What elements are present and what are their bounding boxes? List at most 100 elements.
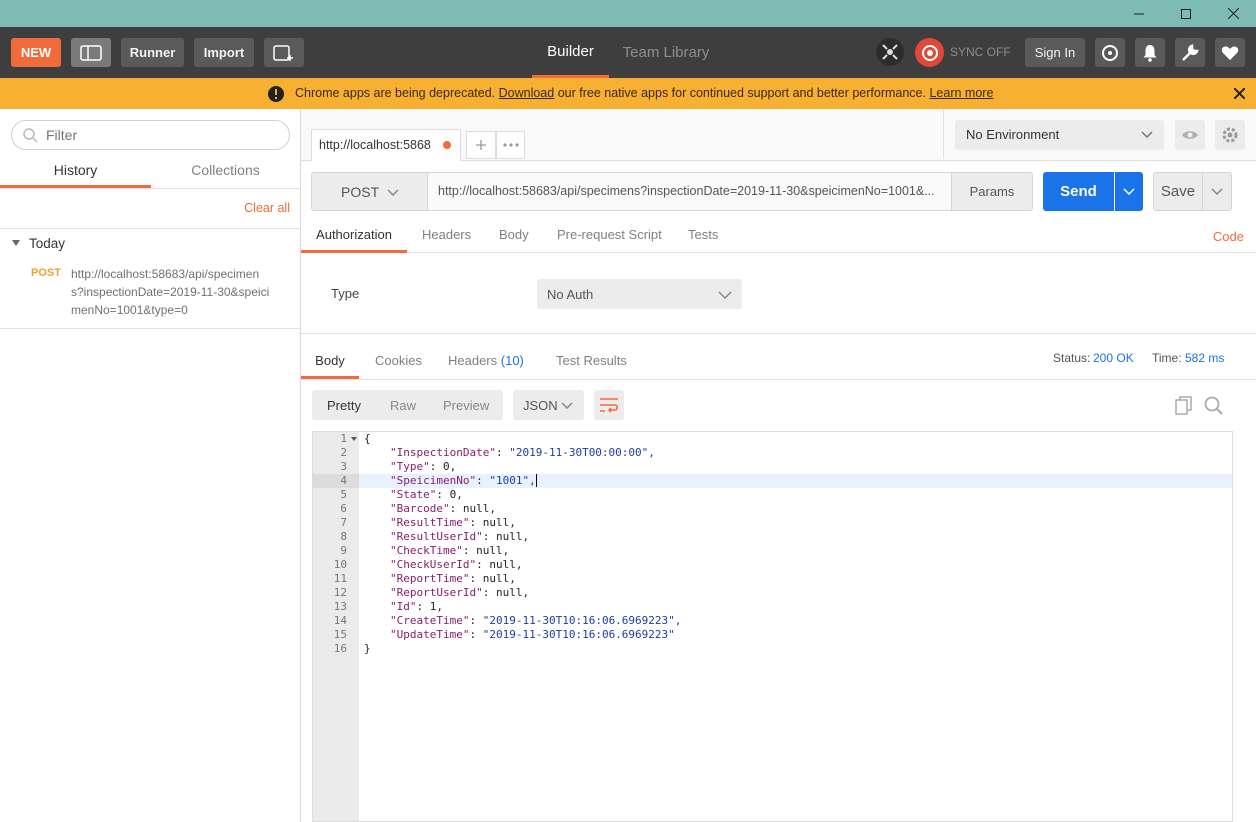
view-mode-group: Pretty Raw Preview bbox=[312, 390, 503, 420]
tab-team-library[interactable]: Team Library bbox=[615, 27, 717, 78]
new-window-button[interactable] bbox=[264, 38, 304, 67]
bell-icon bbox=[1143, 44, 1157, 62]
save-button[interactable]: Save bbox=[1153, 172, 1203, 211]
json-key: "CreateTime" bbox=[390, 614, 470, 627]
send-button[interactable]: Send bbox=[1043, 172, 1114, 211]
method-select[interactable]: POST bbox=[311, 172, 428, 211]
banner-close-icon[interactable] bbox=[1234, 88, 1245, 99]
history-group-today[interactable]: Today bbox=[29, 236, 65, 251]
sidebar-toggle-button[interactable] bbox=[71, 38, 111, 67]
favorite-button[interactable] bbox=[1215, 38, 1245, 67]
tab-response-body[interactable]: Body bbox=[301, 350, 359, 379]
url-input[interactable]: http://localhost:58683/api/specimens?ins… bbox=[427, 172, 952, 211]
manage-environments-button[interactable] bbox=[1215, 120, 1245, 150]
json-colon: : bbox=[469, 614, 483, 627]
line-number: 15 bbox=[333, 628, 347, 641]
sign-in-button[interactable]: Sign In bbox=[1025, 38, 1085, 67]
filter-input[interactable] bbox=[46, 125, 276, 145]
environment-select[interactable]: No Environment bbox=[955, 120, 1164, 150]
tab-builder[interactable]: Builder bbox=[532, 27, 609, 78]
format-select[interactable]: JSON bbox=[513, 390, 584, 420]
wrap-lines-button[interactable] bbox=[594, 390, 624, 420]
json-value: null, bbox=[495, 530, 530, 543]
response-body-viewer[interactable]: 1{2 "InspectionDate": "2019-11-30T00:00:0… bbox=[312, 431, 1233, 822]
settings-button[interactable] bbox=[1175, 38, 1205, 67]
caret-down-icon[interactable] bbox=[12, 240, 20, 247]
chevron-down-icon bbox=[561, 402, 573, 409]
code-text: "ReportUserId": null, bbox=[390, 586, 529, 600]
code-link[interactable]: Code bbox=[1213, 224, 1244, 250]
sync-status: SYNC OFF bbox=[950, 45, 1011, 59]
code-line: 3 "Type": 0, bbox=[313, 460, 1232, 474]
line-number: 6 bbox=[340, 502, 347, 515]
filter-box[interactable] bbox=[11, 120, 290, 150]
time-label: Time: bbox=[1152, 351, 1182, 365]
runner-button[interactable]: Runner bbox=[121, 38, 184, 67]
new-button[interactable]: NEW bbox=[11, 38, 61, 67]
tab-pre-request-script[interactable]: Pre-request Script bbox=[557, 222, 662, 248]
close-window-button[interactable] bbox=[1210, 0, 1256, 27]
code-text: "ReportTime": null, bbox=[390, 572, 516, 586]
line-number: 1 bbox=[340, 432, 347, 445]
sync-button[interactable] bbox=[915, 38, 944, 67]
copy-icon[interactable] bbox=[1175, 396, 1193, 415]
code-text: } bbox=[364, 642, 371, 656]
banner-text-mid: our free native apps for continued suppo… bbox=[557, 86, 926, 100]
tab-test-results[interactable]: Test Results bbox=[556, 350, 627, 372]
line-number: 9 bbox=[340, 544, 347, 557]
tab-collections[interactable]: Collections bbox=[151, 155, 300, 188]
json-value: null, bbox=[495, 586, 530, 599]
view-raw[interactable]: Raw bbox=[390, 398, 416, 413]
add-tab-button[interactable] bbox=[466, 131, 496, 159]
tab-headers[interactable]: Headers bbox=[422, 222, 471, 248]
json-colon: : bbox=[476, 558, 490, 571]
code-text: "Type": 0, bbox=[390, 460, 456, 474]
headers-count: (10) bbox=[500, 353, 524, 368]
text-cursor bbox=[535, 474, 537, 487]
tab-history[interactable]: History bbox=[0, 155, 151, 188]
search-icon[interactable] bbox=[1204, 396, 1223, 415]
json-colon: : bbox=[416, 600, 430, 613]
maximize-button[interactable] bbox=[1163, 0, 1209, 27]
line-number: 4 bbox=[340, 474, 347, 487]
tab-response-headers[interactable]: Headers (10) bbox=[448, 350, 524, 372]
tab-authorization[interactable]: Authorization bbox=[301, 222, 407, 253]
save-options-button[interactable] bbox=[1202, 172, 1232, 211]
params-button[interactable]: Params bbox=[951, 172, 1033, 211]
tab-tests[interactable]: Tests bbox=[688, 222, 718, 248]
auth-type-select[interactable]: No Auth bbox=[537, 279, 742, 309]
notifications-button[interactable] bbox=[1135, 38, 1165, 67]
history-item[interactable]: POST http://localhost:58683/api/specimen… bbox=[0, 259, 300, 329]
banner-text-start: Chrome apps are being deprecated. bbox=[295, 86, 496, 100]
json-key: "ResultTime" bbox=[390, 516, 470, 529]
line-number: 13 bbox=[333, 600, 347, 613]
more-tabs-button[interactable] bbox=[496, 131, 525, 159]
code-text: "UpdateTime": "2019-11-30T10:16:06.69692… bbox=[390, 628, 675, 642]
code-text: "InspectionDate": "2019-11-30T00:00:00", bbox=[390, 446, 655, 460]
environment-quick-look-button[interactable] bbox=[1175, 120, 1205, 150]
minimize-button[interactable] bbox=[1116, 0, 1162, 27]
divider bbox=[0, 328, 300, 329]
import-button[interactable]: Import bbox=[194, 38, 254, 67]
interceptor-button[interactable] bbox=[876, 38, 904, 66]
clear-all-link[interactable]: Clear all bbox=[244, 201, 290, 215]
close-icon bbox=[1227, 8, 1239, 19]
status-label: Status: bbox=[1053, 351, 1091, 365]
code-line: 6 "Barcode": null, bbox=[313, 502, 1232, 516]
tab-cookies[interactable]: Cookies bbox=[375, 350, 422, 372]
request-tab[interactable]: http://localhost:5868 bbox=[311, 129, 461, 161]
fold-caret-icon[interactable] bbox=[351, 437, 357, 442]
code-line: 4 "SpeicimenNo": "1001", bbox=[313, 474, 1232, 488]
view-pretty[interactable]: Pretty bbox=[327, 398, 361, 413]
send-options-button[interactable] bbox=[1115, 172, 1143, 211]
tab-body[interactable]: Body bbox=[499, 222, 529, 248]
view-preview[interactable]: Preview bbox=[443, 398, 489, 413]
learn-more-link[interactable]: Learn more bbox=[929, 86, 993, 100]
download-link[interactable]: Download bbox=[499, 86, 555, 100]
json-colon: : bbox=[495, 446, 510, 459]
line-number: 14 bbox=[333, 614, 347, 627]
history-url-line: menNo=1001&type=0 bbox=[71, 303, 188, 317]
line-number: 8 bbox=[340, 530, 347, 543]
capture-button[interactable] bbox=[1095, 38, 1125, 67]
window-titlebar bbox=[0, 0, 1256, 27]
